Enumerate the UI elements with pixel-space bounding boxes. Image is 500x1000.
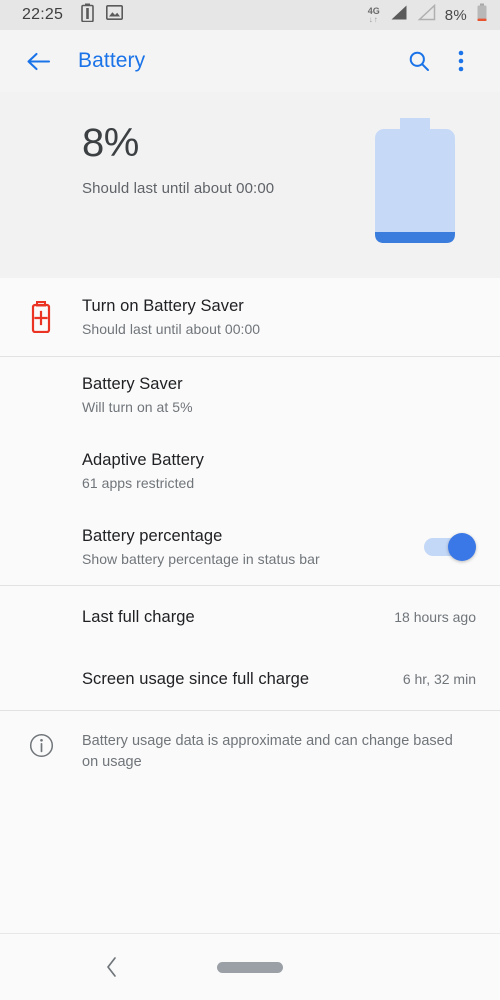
adaptive-battery-subtitle: 61 apps restricted: [82, 475, 195, 491]
battery-percentage-subtitle: Show battery percentage in status bar: [82, 551, 320, 567]
battery-saver-body: Battery Saver Will turn on at 5%: [82, 363, 476, 427]
battery-settings-section: Battery Saver Will turn on at 5% Adaptiv…: [0, 357, 500, 585]
network-activity-arrows: ↓↑: [368, 14, 379, 24]
last-full-charge-body: Last full charge: [82, 596, 380, 639]
status-bar: 22:25 4G ↓↑ 8%: [0, 0, 500, 30]
last-full-charge-row[interactable]: Last full charge 18 hours ago: [0, 586, 500, 648]
battery-saver-subtitle: Will turn on at 5%: [82, 399, 193, 415]
turn-on-battery-saver-title: Turn on Battery Saver: [82, 297, 244, 315]
screen-usage-body: Screen usage since full charge: [82, 658, 389, 701]
battery-usage-disclaimer-text: Battery usage data is approximate and ca…: [82, 733, 453, 771]
screen-usage-row[interactable]: Screen usage since full charge 6 hr, 32 …: [0, 648, 500, 710]
sidebar-item-battery-saver[interactable]: Battery Saver Will turn on at 5%: [0, 357, 500, 433]
battery-level-graphic: [370, 118, 460, 248]
info-icon: [0, 731, 82, 758]
screen-usage-title: Screen usage since full charge: [82, 669, 310, 688]
image-icon: [106, 4, 124, 26]
status-bar-clock: 22:25: [22, 6, 64, 23]
more-vert-icon[interactable]: [440, 40, 482, 82]
signal-full-icon: [389, 4, 408, 26]
battery-stats-section: Last full charge 18 hours ago Screen usa…: [0, 586, 500, 710]
battery-percentage-toggle[interactable]: [424, 532, 476, 562]
signal-empty-icon: [417, 3, 436, 26]
battery-level-percent: 8%: [82, 121, 139, 165]
status-bar-battery-percent: 8%: [444, 6, 467, 24]
last-full-charge-value: 18 hours ago: [394, 609, 476, 625]
arrow-back-icon[interactable]: [18, 41, 58, 81]
battery-summary-text: 8% Should last until about 00:00: [28, 112, 274, 197]
battery-icon: [81, 3, 94, 27]
status-bar-system-icons: 4G ↓↑ 8%: [368, 3, 488, 27]
page-title: Battery: [78, 49, 146, 72]
page-filler: [0, 795, 500, 933]
turn-on-battery-saver-body: Turn on Battery Saver Should last until …: [82, 285, 476, 349]
toggle-thumb: [448, 533, 476, 561]
nav-back-chevron-icon[interactable]: [92, 947, 132, 987]
turn-on-battery-saver-subtitle: Should last until about 00:00: [82, 321, 261, 337]
adaptive-battery-body: Adaptive Battery 61 apps restricted: [82, 439, 476, 503]
battery-usage-disclaimer: Battery usage data is approximate and ca…: [0, 711, 500, 795]
status-bar-notification-icons: [81, 3, 124, 27]
battery-settings-screen: 22:25 4G ↓↑ 8% Battery 8% Should last un…: [0, 0, 500, 1000]
battery-percentage-body: Battery percentage Show battery percenta…: [82, 515, 414, 579]
app-bar: Battery: [0, 30, 500, 92]
battery-summary-header: 8% Should last until about 00:00: [0, 92, 500, 278]
battery-saver-title: Battery Saver: [82, 375, 183, 393]
turn-on-battery-saver-row[interactable]: Turn on Battery Saver Should last until …: [0, 278, 500, 356]
last-full-charge-title: Last full charge: [82, 607, 195, 626]
battery-saver-icon: [0, 301, 82, 333]
search-icon[interactable]: [398, 40, 440, 82]
sidebar-item-adaptive-battery[interactable]: Adaptive Battery 61 apps restricted: [0, 433, 500, 509]
home-pill-handle[interactable]: [217, 961, 283, 973]
battery-estimate-text: Should last until about 00:00: [82, 180, 275, 197]
network-4g-icon: 4G ↓↑: [368, 6, 380, 24]
adaptive-battery-title: Adaptive Battery: [82, 451, 204, 469]
status-bar-battery-icon: [476, 3, 488, 27]
battery-percentage-title: Battery percentage: [82, 527, 223, 545]
system-navigation-bar: [0, 933, 500, 1000]
sidebar-item-battery-percentage[interactable]: Battery percentage Show battery percenta…: [0, 509, 500, 585]
screen-usage-value: 6 hr, 32 min: [402, 671, 476, 687]
battery-saver-cta-section: Turn on Battery Saver Should last until …: [0, 278, 500, 356]
